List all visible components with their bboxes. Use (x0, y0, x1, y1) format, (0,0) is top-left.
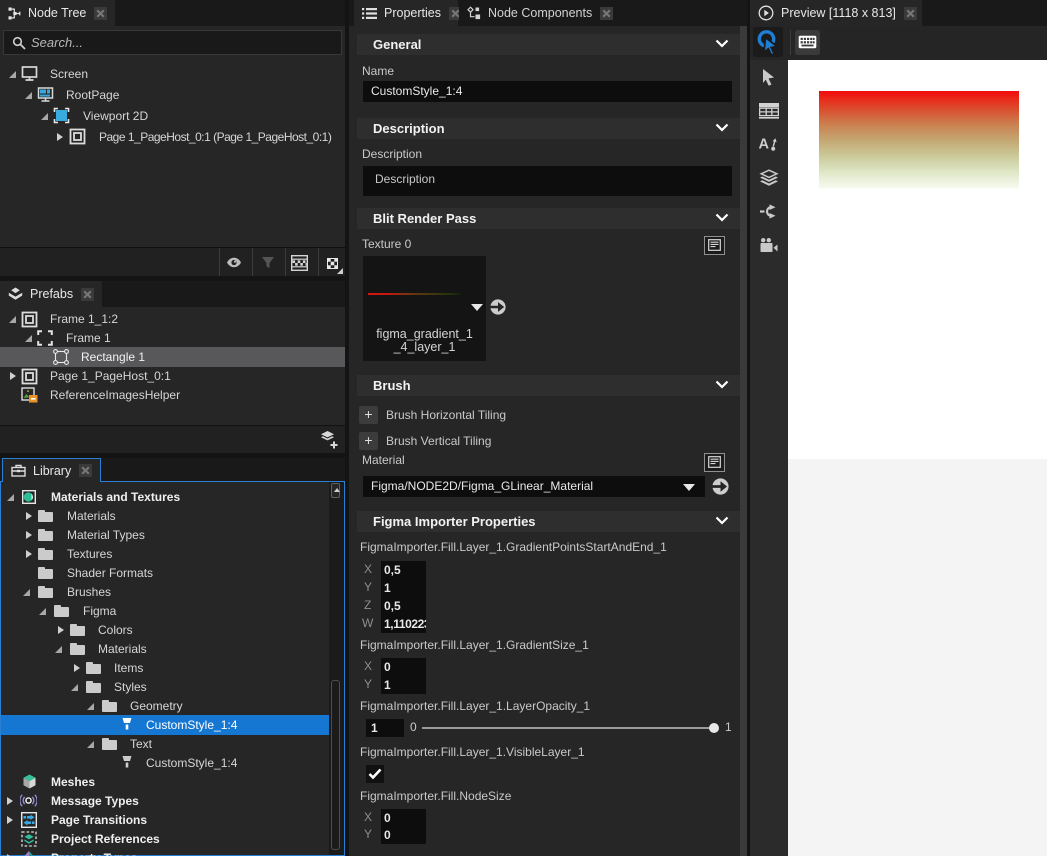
svg-text:A: A (759, 137, 770, 153)
